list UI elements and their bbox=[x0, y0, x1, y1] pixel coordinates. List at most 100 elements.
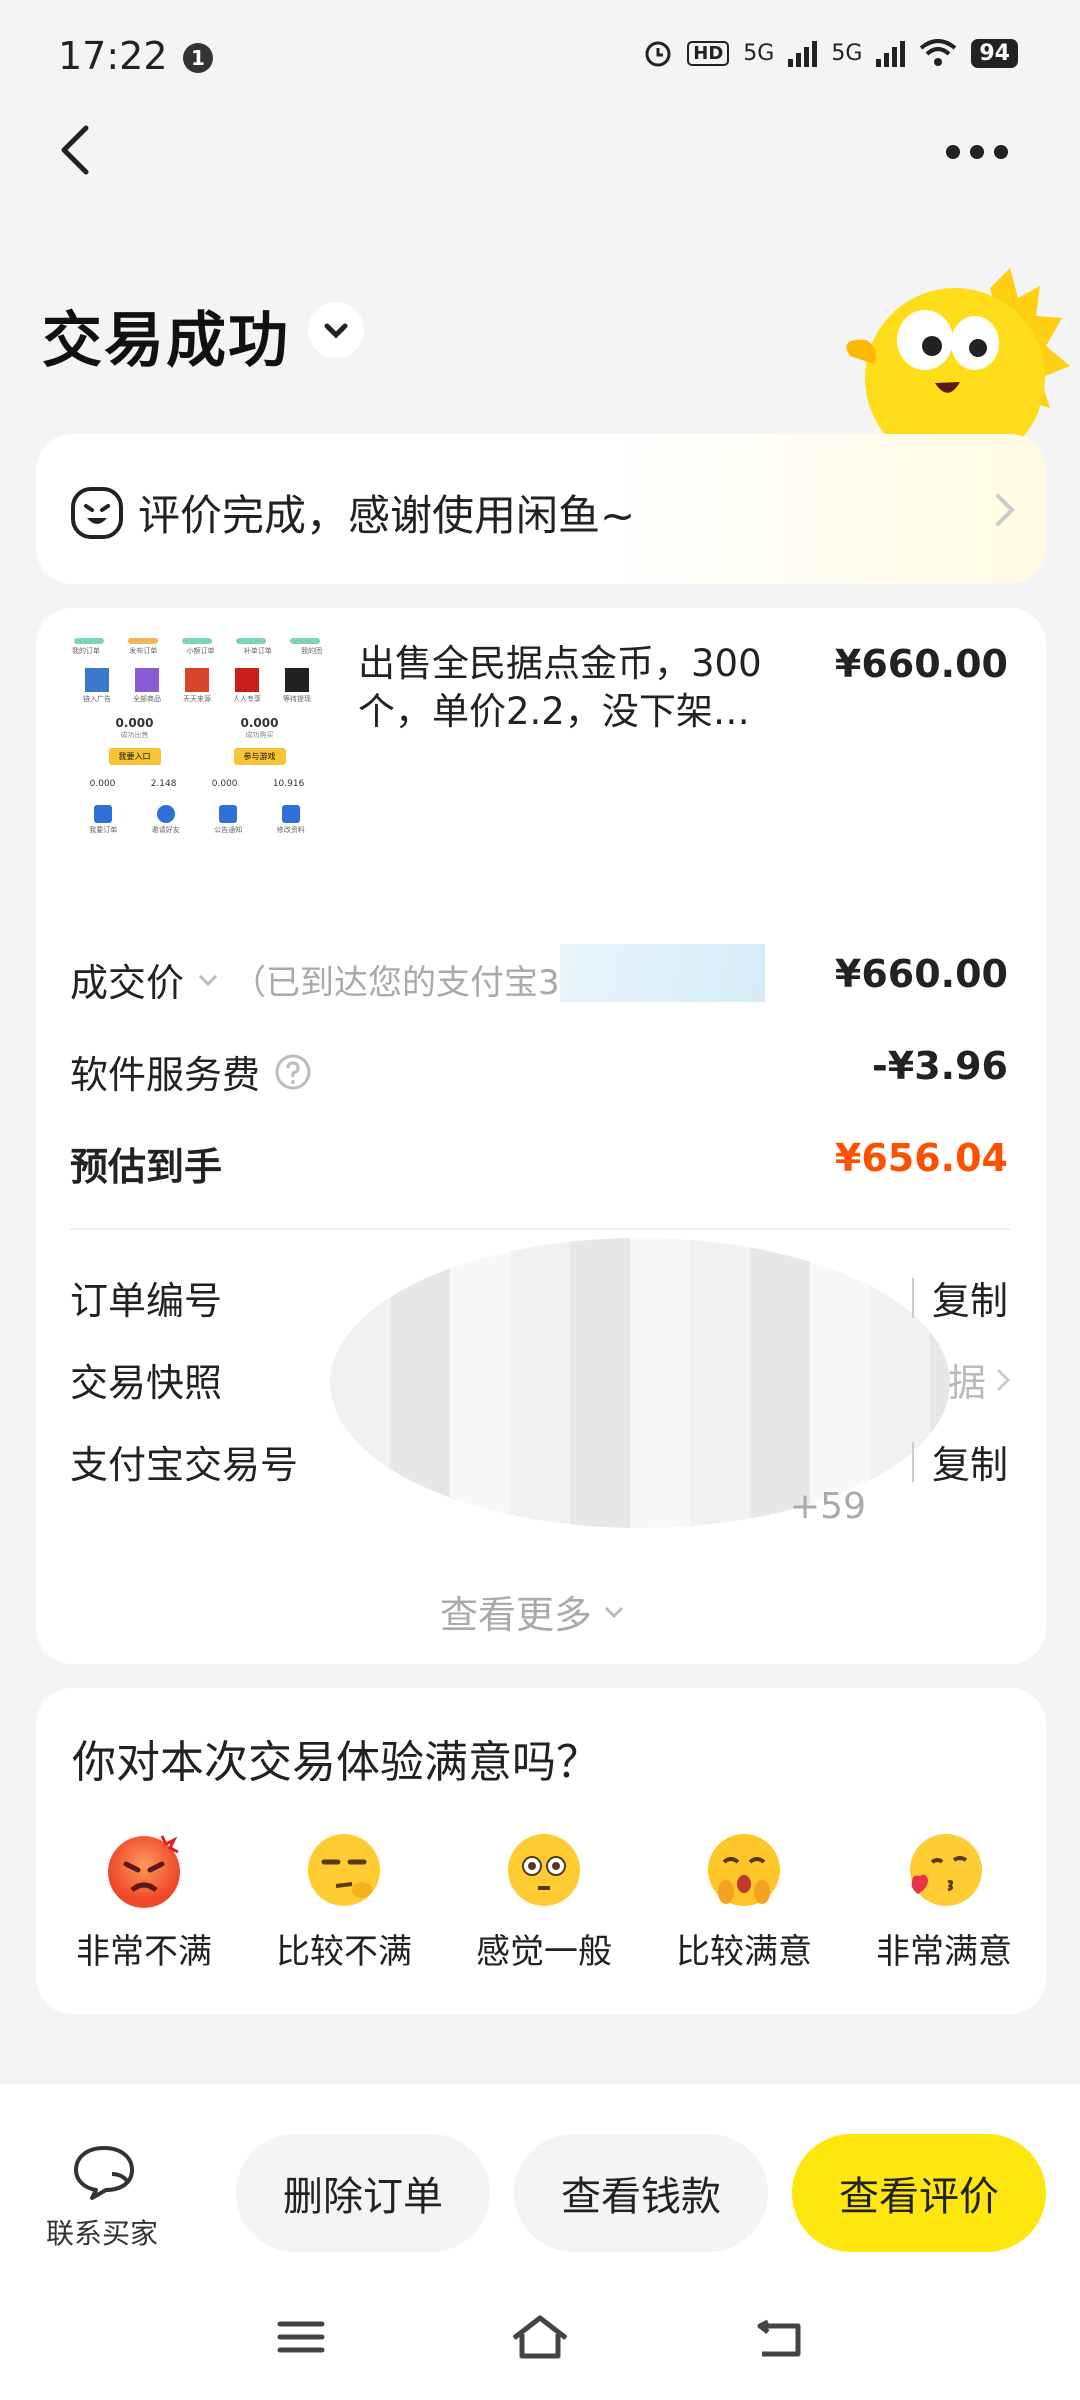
delete-order-button[interactable]: 删除订单 bbox=[236, 2134, 490, 2252]
thumb-tab: 小额订单 bbox=[186, 647, 215, 655]
deal-price-value: ¥660.00 bbox=[834, 952, 1008, 996]
signal-icon-1 bbox=[788, 39, 818, 67]
rating-option-very-satisfied[interactable]: 非常满意 bbox=[844, 1830, 1044, 1973]
service-fee-value: -¥3.96 bbox=[872, 1044, 1008, 1088]
snapshot-label: 交易快照 bbox=[70, 1361, 223, 1405]
thumb-bottom-label: 我要订单 bbox=[89, 826, 118, 834]
menu-icon[interactable] bbox=[276, 2312, 326, 2362]
thumb-small-stat: 10.916 bbox=[272, 779, 305, 789]
chevron-down-icon bbox=[604, 1606, 624, 1618]
rating-option-satisfied[interactable]: 比较满意 bbox=[644, 1830, 844, 1973]
smile-face-icon bbox=[71, 487, 123, 539]
thumb-bottom-label: 修改资料 bbox=[276, 826, 305, 834]
rating-option-unsatisfied[interactable]: 比较不满 bbox=[244, 1830, 444, 1973]
rating-option-neutral[interactable]: 感觉一般 bbox=[444, 1830, 644, 1973]
thumb-bottom-label: 公告通知 bbox=[214, 826, 243, 834]
see-more-button[interactable]: 查看更多 bbox=[440, 1584, 628, 1639]
title-dropdown[interactable] bbox=[308, 302, 364, 358]
view-review-button[interactable]: 查看评价 bbox=[792, 2134, 1046, 2252]
redacted-account bbox=[560, 944, 765, 1002]
network-label-1: 5G bbox=[743, 40, 775, 66]
mascot-fish bbox=[846, 268, 1070, 438]
rating-label: 非常满意 bbox=[876, 1932, 1012, 1972]
thumb-grid-label: 链入广告 bbox=[83, 695, 111, 703]
notification-badge: 1 bbox=[183, 43, 213, 73]
thumb-stat: 0.000 bbox=[115, 716, 154, 730]
alarm-icon bbox=[645, 41, 671, 67]
thumb-bottom-label: 邀请好友 bbox=[151, 826, 180, 834]
deal-price-row[interactable]: 成交价 （已到达您的支付宝3 bbox=[70, 952, 560, 1007]
battery-icon: 94 bbox=[971, 38, 1018, 68]
status-icons: HD 5G 5G 94 bbox=[643, 38, 1018, 68]
deal-price-note: （已到达您的支付宝3 bbox=[232, 963, 560, 1003]
more-icon[interactable] bbox=[946, 145, 1008, 159]
banner-text: 评价完成，感谢使用闲鱼~ bbox=[138, 491, 636, 540]
product-title[interactable]: 出售全民据点金币，300个，单价2.2，没下架… bbox=[358, 640, 808, 736]
product-thumbnail[interactable]: 我的订单 发布订单 小额订单 补单订单 我的团 链入广告 全部商品 天天来源 人… bbox=[72, 632, 322, 892]
view-money-button[interactable]: 查看钱款 bbox=[514, 2134, 768, 2252]
thumb-stat-label: 成功出售 bbox=[120, 731, 149, 739]
page-title: 交易成功 bbox=[42, 306, 290, 376]
thumb-grid-label: 天天来源 bbox=[183, 695, 211, 703]
snapshot-link[interactable]: 据 bbox=[948, 1352, 1016, 1407]
alipay-number-tail: +59 bbox=[790, 1486, 866, 1527]
back-icon[interactable] bbox=[48, 120, 108, 180]
help-icon[interactable] bbox=[274, 1053, 312, 1091]
chat-bubble-icon[interactable] bbox=[70, 2142, 138, 2202]
alipay-trade-label: 支付宝交易号 bbox=[70, 1443, 299, 1487]
rating-label: 感觉一般 bbox=[476, 1932, 612, 1972]
displeased-face-icon bbox=[308, 1834, 380, 1906]
divider bbox=[70, 1228, 1010, 1230]
redacted-area bbox=[330, 1238, 950, 1528]
copy-alipay-number[interactable]: 复制 bbox=[911, 1434, 1008, 1489]
satisfaction-question: 你对本次交易体验满意吗？ bbox=[72, 1737, 600, 1788]
thumb-tab: 补单订单 bbox=[243, 647, 272, 655]
copy-order-number[interactable]: 复制 bbox=[911, 1270, 1008, 1325]
order-number-label: 订单编号 bbox=[70, 1279, 223, 1323]
back-nav-icon[interactable] bbox=[754, 2312, 804, 2362]
see-more-label: 查看更多 bbox=[440, 1593, 593, 1637]
thumb-tab: 我的订单 bbox=[72, 647, 100, 655]
thumb-button: 参与游戏 bbox=[233, 748, 286, 765]
thumb-grid-label: 人人专享 bbox=[233, 695, 261, 703]
angry-face-icon bbox=[108, 1835, 180, 1908]
rating-label: 非常不满 bbox=[76, 1932, 212, 1972]
deal-price-label: 成交价 bbox=[70, 961, 185, 1005]
network-label-2: 5G bbox=[831, 40, 863, 66]
chevron-right-icon bbox=[996, 494, 1015, 526]
neutral-face-icon bbox=[508, 1834, 580, 1906]
thumb-grid-label: 等待提现 bbox=[283, 695, 311, 703]
thumb-button: 我要入口 bbox=[108, 748, 161, 765]
copy-button[interactable]: 复制 bbox=[932, 1434, 1008, 1489]
estimated-net-label: 预估到手 bbox=[70, 1145, 223, 1189]
thumb-tab: 发布订单 bbox=[129, 647, 158, 655]
kiss-face-icon bbox=[910, 1834, 982, 1906]
rating-label: 比较满意 bbox=[676, 1932, 812, 1972]
hd-icon: HD bbox=[687, 40, 730, 66]
rating-options: 非常不满 比较不满 感觉一般 比较满意 非常满意 bbox=[44, 1830, 1044, 1973]
service-fee-row: 软件服务费 bbox=[70, 1044, 312, 1099]
service-fee-label: 软件服务费 bbox=[70, 1053, 261, 1097]
estimated-net-value: ¥656.04 bbox=[834, 1136, 1008, 1180]
thumb-small-stat: 2.148 bbox=[150, 779, 177, 789]
wifi-icon bbox=[920, 39, 957, 66]
contact-buyer-label[interactable]: 联系买家 bbox=[46, 2212, 158, 2252]
home-icon[interactable] bbox=[510, 2312, 570, 2362]
copy-button[interactable]: 复制 bbox=[932, 1270, 1008, 1325]
status-time: 17:22 bbox=[58, 34, 168, 78]
chevron-right-icon bbox=[996, 1368, 1011, 1391]
thumb-tab: 我的团 bbox=[301, 647, 322, 655]
product-price: ¥660.00 bbox=[834, 642, 1008, 686]
chevron-down-icon bbox=[324, 323, 348, 339]
thumb-grid-label: 全部商品 bbox=[133, 695, 161, 703]
happy-face-icon bbox=[708, 1834, 780, 1906]
chevron-down-icon bbox=[198, 974, 218, 986]
thumb-stat: 0.000 bbox=[240, 716, 279, 730]
signal-icon-2 bbox=[876, 39, 906, 67]
rating-option-very-unsatisfied[interactable]: 非常不满 bbox=[44, 1830, 244, 1973]
thumb-stat-label: 成功购买 bbox=[245, 731, 274, 739]
thumb-small-stat: 0.000 bbox=[211, 779, 238, 789]
snapshot-value: 据 bbox=[947, 1361, 986, 1405]
thumb-small-stat: 0.000 bbox=[89, 779, 116, 789]
rating-label: 比较不满 bbox=[276, 1932, 412, 1972]
